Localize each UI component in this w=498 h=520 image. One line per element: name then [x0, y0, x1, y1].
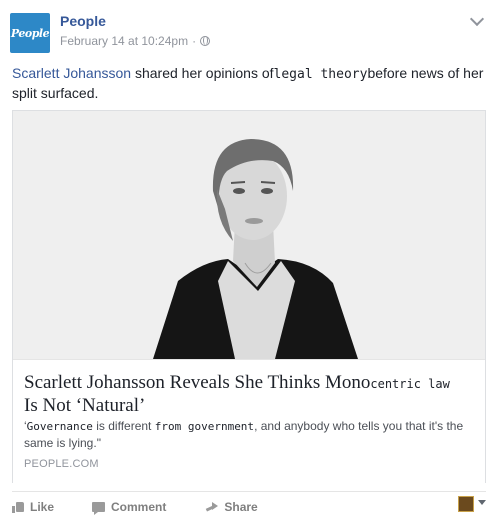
page-logo-text: People	[10, 26, 50, 40]
like-label: Like	[30, 500, 55, 514]
post-actions: Like Comment Share	[12, 496, 486, 518]
article-title-part2: Is Not ‘Natural’	[24, 395, 146, 416]
article-title[interactable]: Scarlett Johansson Reveals She Thinks Mo…	[24, 372, 479, 417]
comment-label: Comment	[111, 500, 167, 514]
link-preview-text[interactable]: Scarlett Johansson Reveals She Thinks Mo…	[13, 359, 485, 483]
article-title-part1: Scarlett Johansson Reveals She Thinks Mo…	[24, 372, 371, 393]
link-preview-card[interactable]: Scarlett Johansson Reveals She Thinks Mo…	[12, 110, 486, 483]
facebook-post: People People February 14 at 10:24pm · S…	[0, 0, 498, 520]
share-arrow-icon	[204, 501, 219, 513]
post-caption: Scarlett Johansson shared her opinions o…	[12, 64, 492, 102]
desc-text-1: is different	[92, 419, 155, 433]
thumbs-up-icon	[12, 501, 24, 513]
article-photo[interactable]	[13, 111, 485, 359]
chevron-down-icon[interactable]	[478, 500, 486, 505]
chevron-down-icon[interactable]	[469, 11, 485, 27]
portrait-image	[13, 111, 485, 359]
desc-mono-2: from government	[154, 420, 255, 433]
meta-separator: ·	[192, 34, 197, 48]
caption-text: shared her opinions of	[131, 65, 274, 81]
caption-author-link[interactable]: Scarlett Johansson	[12, 65, 131, 81]
article-title-mono: centric law	[370, 377, 450, 391]
article-domain: PEOPLE.COM	[24, 458, 99, 470]
post-meta: February 14 at 10:24pm ·	[60, 34, 211, 48]
viewer-avatar[interactable]	[458, 496, 474, 512]
like-button[interactable]: Like	[12, 500, 54, 514]
page-avatar[interactable]: People	[10, 13, 50, 53]
article-description: ‘Governance is different from government…	[24, 418, 479, 451]
caption-mono-phrase: legal theory	[273, 67, 368, 82]
post-timestamp[interactable]: February 14 at 10:24pm	[60, 34, 188, 48]
comment-button[interactable]: Comment	[92, 500, 167, 515]
globe-icon[interactable]	[200, 36, 211, 46]
desc-mono-1: Governance	[26, 420, 93, 433]
comment-icon	[92, 502, 106, 515]
share-label: Share	[224, 500, 258, 514]
actions-divider	[12, 491, 486, 492]
page-name-link[interactable]: People	[60, 13, 106, 29]
share-button[interactable]: Share	[204, 500, 258, 514]
